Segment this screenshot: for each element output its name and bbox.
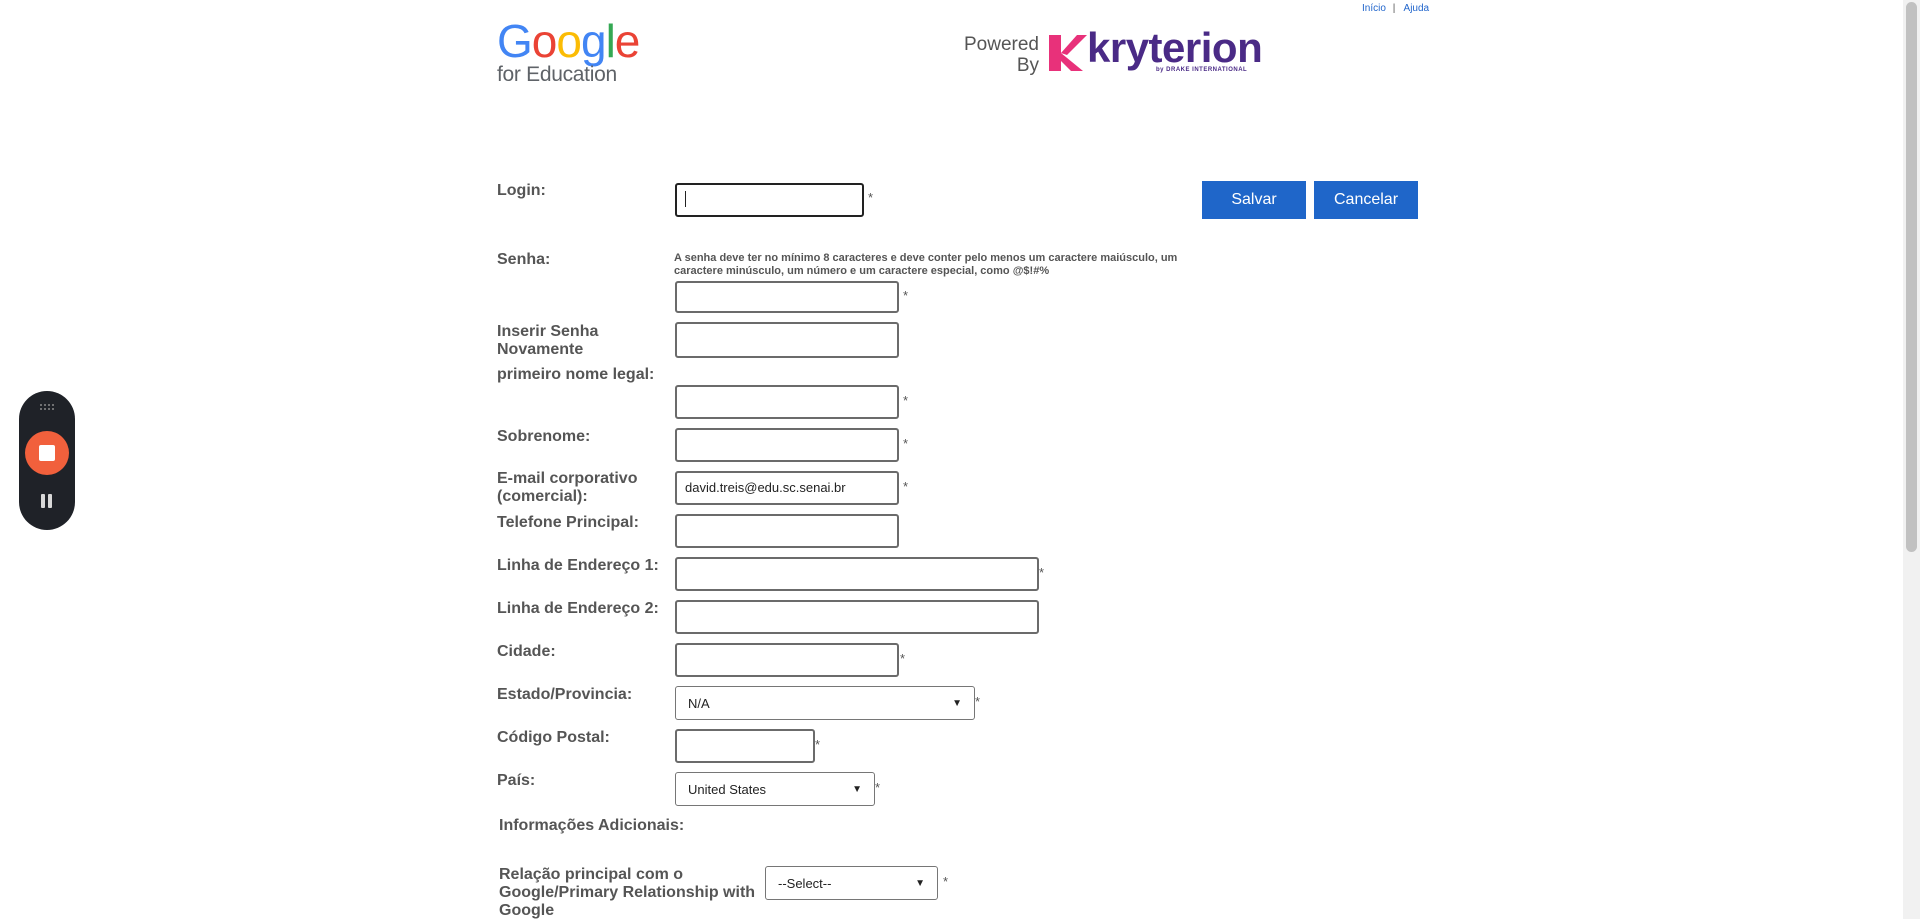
google-letter: o	[531, 15, 558, 67]
last-name-label: Sobrenome:	[497, 428, 591, 445]
google-letter: e	[614, 15, 641, 67]
country-select-value: United States	[688, 781, 767, 797]
required-marker: *	[943, 874, 949, 889]
pause-icon[interactable]	[41, 494, 53, 508]
google-for-education-logo: Google for Education	[497, 15, 641, 86]
relationship-select-value: --Select--	[778, 875, 832, 891]
required-marker: *	[975, 694, 981, 709]
email-input[interactable]: david.treis@edu.sc.senai.br	[675, 471, 899, 505]
additional-info-heading: Informações Adicionais:	[499, 817, 685, 834]
page: Início | Ajuda Google for Education Powe…	[0, 0, 1920, 919]
city-label: Cidade:	[497, 643, 556, 660]
phone-input[interactable]	[675, 514, 899, 548]
drag-handle-icon[interactable]	[39, 403, 55, 411]
required-marker: *	[903, 393, 909, 408]
address-line1-label: Linha de Endereço 1:	[497, 557, 659, 574]
required-marker: *	[903, 479, 909, 494]
google-letter: l	[605, 15, 616, 67]
country-label: País:	[497, 772, 536, 789]
city-input[interactable]	[675, 643, 899, 677]
stop-recording-button[interactable]	[25, 431, 69, 475]
login-input[interactable]	[675, 183, 864, 217]
country-select[interactable]: United States ▼	[675, 772, 875, 806]
required-marker: *	[900, 651, 906, 666]
address-line2-input[interactable]	[675, 600, 1039, 634]
required-marker: *	[868, 190, 874, 205]
state-select[interactable]: N/A ▼	[675, 686, 975, 720]
stop-icon	[39, 445, 55, 461]
scrollbar-thumb[interactable]	[1906, 2, 1917, 552]
screen-recorder-widget	[19, 391, 75, 530]
postal-code-label: Código Postal:	[497, 729, 610, 746]
required-marker: *	[903, 436, 909, 451]
required-marker: *	[903, 288, 909, 303]
home-link[interactable]: Início	[1362, 3, 1386, 14]
chevron-down-icon: ▼	[952, 697, 962, 709]
first-name-label: primeiro nome legal:	[497, 366, 655, 383]
relationship-select[interactable]: --Select-- ▼	[765, 866, 938, 900]
required-marker: *	[1039, 565, 1045, 580]
last-name-input[interactable]	[675, 428, 899, 462]
required-marker: *	[875, 780, 881, 795]
text-caret	[685, 191, 686, 207]
address-line2-label: Linha de Endereço 2:	[497, 600, 659, 617]
google-letter: g	[580, 15, 607, 67]
link-separator: |	[1392, 3, 1396, 14]
first-name-input[interactable]	[675, 385, 899, 419]
google-wordmark: Google	[497, 15, 641, 67]
password-label: Senha:	[497, 251, 551, 268]
postal-code-input[interactable]	[675, 729, 815, 763]
login-label: Login:	[497, 182, 546, 199]
kryterion-brand: kryterion	[1087, 24, 1263, 71]
google-letter: o	[556, 15, 582, 67]
google-letter: G	[497, 15, 533, 67]
address-line1-input[interactable]	[675, 557, 1039, 591]
email-label: E-mail corporativo (comercial):	[497, 470, 638, 505]
chevron-down-icon: ▼	[915, 877, 925, 889]
save-button[interactable]: Salvar	[1202, 181, 1306, 219]
phone-label: Telefone Principal:	[497, 514, 639, 531]
state-label: Estado/Provincia:	[497, 686, 633, 703]
help-link[interactable]: Ajuda	[1404, 3, 1430, 14]
top-links: Início | Ajuda	[1362, 3, 1429, 14]
kryterion-tagline: by DRAKE INTERNATIONAL	[1156, 67, 1248, 73]
vertical-scrollbar[interactable]	[1903, 0, 1920, 919]
google-logo-subtitle: for Education	[497, 63, 617, 86]
required-marker: *	[815, 737, 821, 752]
relationship-label: Relação principal com o Google/Primary R…	[499, 866, 756, 919]
chevron-down-icon: ▼	[852, 783, 862, 795]
kryterion-mark-icon	[1049, 35, 1087, 71]
password-hint: A senha deve ter no mínimo 8 caracteres …	[674, 252, 1178, 277]
cancel-button[interactable]: Cancelar	[1314, 181, 1418, 219]
password-confirm-input[interactable]	[675, 322, 899, 358]
by-line: By	[1016, 55, 1039, 76]
state-select-value: N/A	[688, 695, 710, 711]
password-confirm-label: Inserir Senha Novamente	[497, 323, 599, 358]
powered-by-text: Powered By	[963, 34, 1039, 76]
password-input[interactable]	[675, 281, 899, 313]
powered-line: Powered	[964, 34, 1039, 55]
